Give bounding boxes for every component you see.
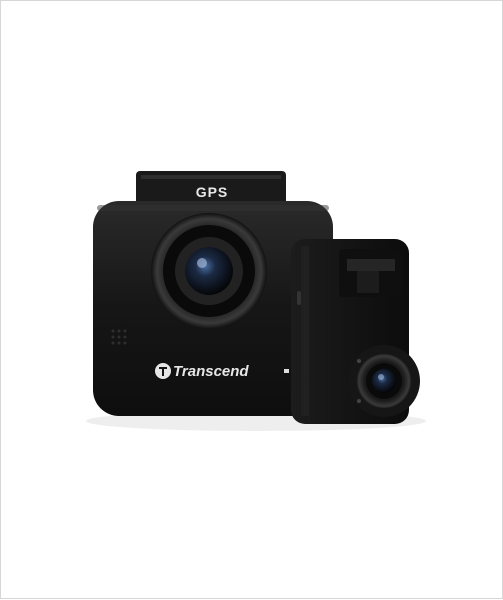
gps-text: GPS: [195, 184, 229, 200]
image-frame: GPS Transcend: [0, 0, 503, 599]
brand-text: Transcend: [173, 363, 249, 380]
dash-camera-photo-icon: [86, 171, 426, 431]
